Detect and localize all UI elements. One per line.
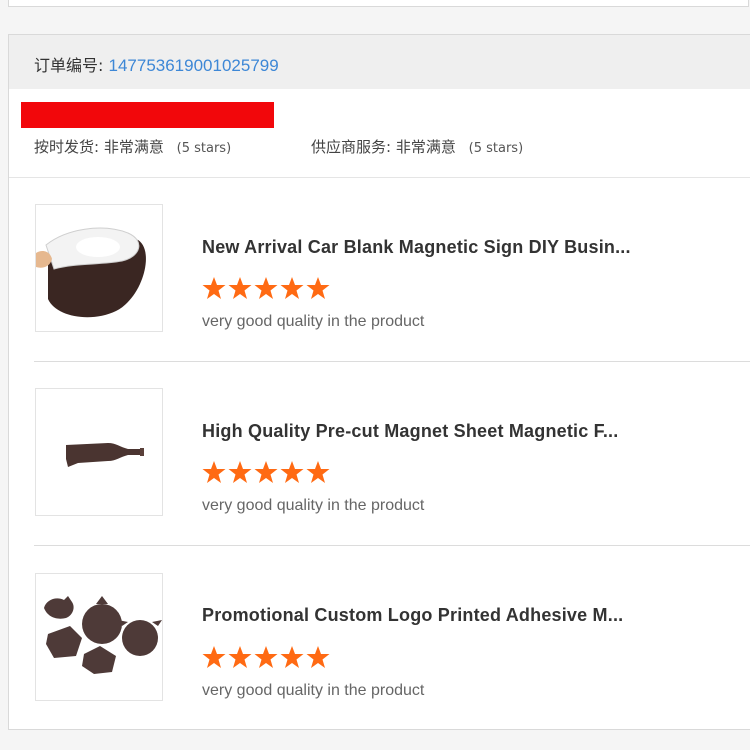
product-title[interactable]: Promotional Custom Logo Printed Adhesive…: [202, 605, 652, 626]
rating-supplier-service: 供应商服务: 非常满意 (5 stars): [311, 136, 523, 157]
star-icon: [202, 461, 226, 483]
product-review-item: High Quality Pre-cut Magnet Sheet Magnet…: [9, 362, 750, 546]
star-icon: [254, 277, 278, 299]
star-icon: [306, 461, 330, 483]
star-icon: [228, 277, 252, 299]
bottle-shaped-magnet-image: [36, 389, 162, 515]
star-icon: [254, 461, 278, 483]
rating-shipping-stars: (5 stars): [176, 141, 232, 156]
star-icon: [280, 277, 304, 299]
product-star-rating: [202, 276, 330, 300]
star-icon: [306, 646, 330, 668]
rating-shipping-label: 按时发货:: [34, 138, 100, 156]
product-thumbnail[interactable]: [35, 573, 163, 701]
product-review-text: very good quality in the product: [202, 497, 425, 514]
product-thumbnail[interactable]: [35, 388, 163, 516]
star-icon: [306, 277, 330, 299]
rating-shipping: 按时发货: 非常满意 (5 stars): [34, 136, 231, 157]
order-review-card: 订单编号: 147753619001025799 按时发货: 非常满意 (5 s…: [8, 34, 750, 730]
product-thumbnail[interactable]: [35, 204, 163, 332]
product-review-item: New Arrival Car Blank Magnetic Sign DIY …: [9, 178, 750, 362]
previous-order-card-edge: [8, 0, 749, 7]
star-icon: [254, 646, 278, 668]
order-number-label: 订单编号:: [34, 56, 104, 75]
star-icon: [202, 277, 226, 299]
star-icon: [228, 461, 252, 483]
star-icon: [280, 646, 304, 668]
star-icon: [280, 461, 304, 483]
star-icon: [202, 646, 226, 668]
order-number-link[interactable]: 147753619001025799: [109, 56, 279, 75]
product-star-rating: [202, 460, 330, 484]
assorted-shaped-magnets-image: [36, 574, 162, 700]
order-header: 订单编号: 147753619001025799: [9, 35, 750, 89]
magnetic-sheet-roll-image: [36, 205, 162, 331]
product-title[interactable]: New Arrival Car Blank Magnetic Sign DIY …: [202, 237, 652, 258]
rating-service-label: 供应商服务:: [311, 138, 392, 156]
product-title[interactable]: High Quality Pre-cut Magnet Sheet Magnet…: [202, 421, 652, 442]
product-review-text: very good quality in the product: [202, 682, 425, 699]
product-star-rating: [202, 645, 330, 669]
rating-service-stars: (5 stars): [468, 141, 524, 156]
order-number-row: 订单编号: 147753619001025799: [34, 52, 279, 76]
redacted-text-bar: [21, 102, 274, 128]
star-icon: [228, 646, 252, 668]
rating-shipping-value: 非常满意: [103, 138, 164, 156]
product-review-text: very good quality in the product: [202, 313, 425, 330]
supplier-ratings: 按时发货: 非常满意 (5 stars) 供应商服务: 非常满意 (5 star…: [34, 136, 750, 160]
product-review-item: Promotional Custom Logo Printed Adhesive…: [9, 546, 750, 730]
rating-service-value: 非常满意: [395, 138, 456, 156]
